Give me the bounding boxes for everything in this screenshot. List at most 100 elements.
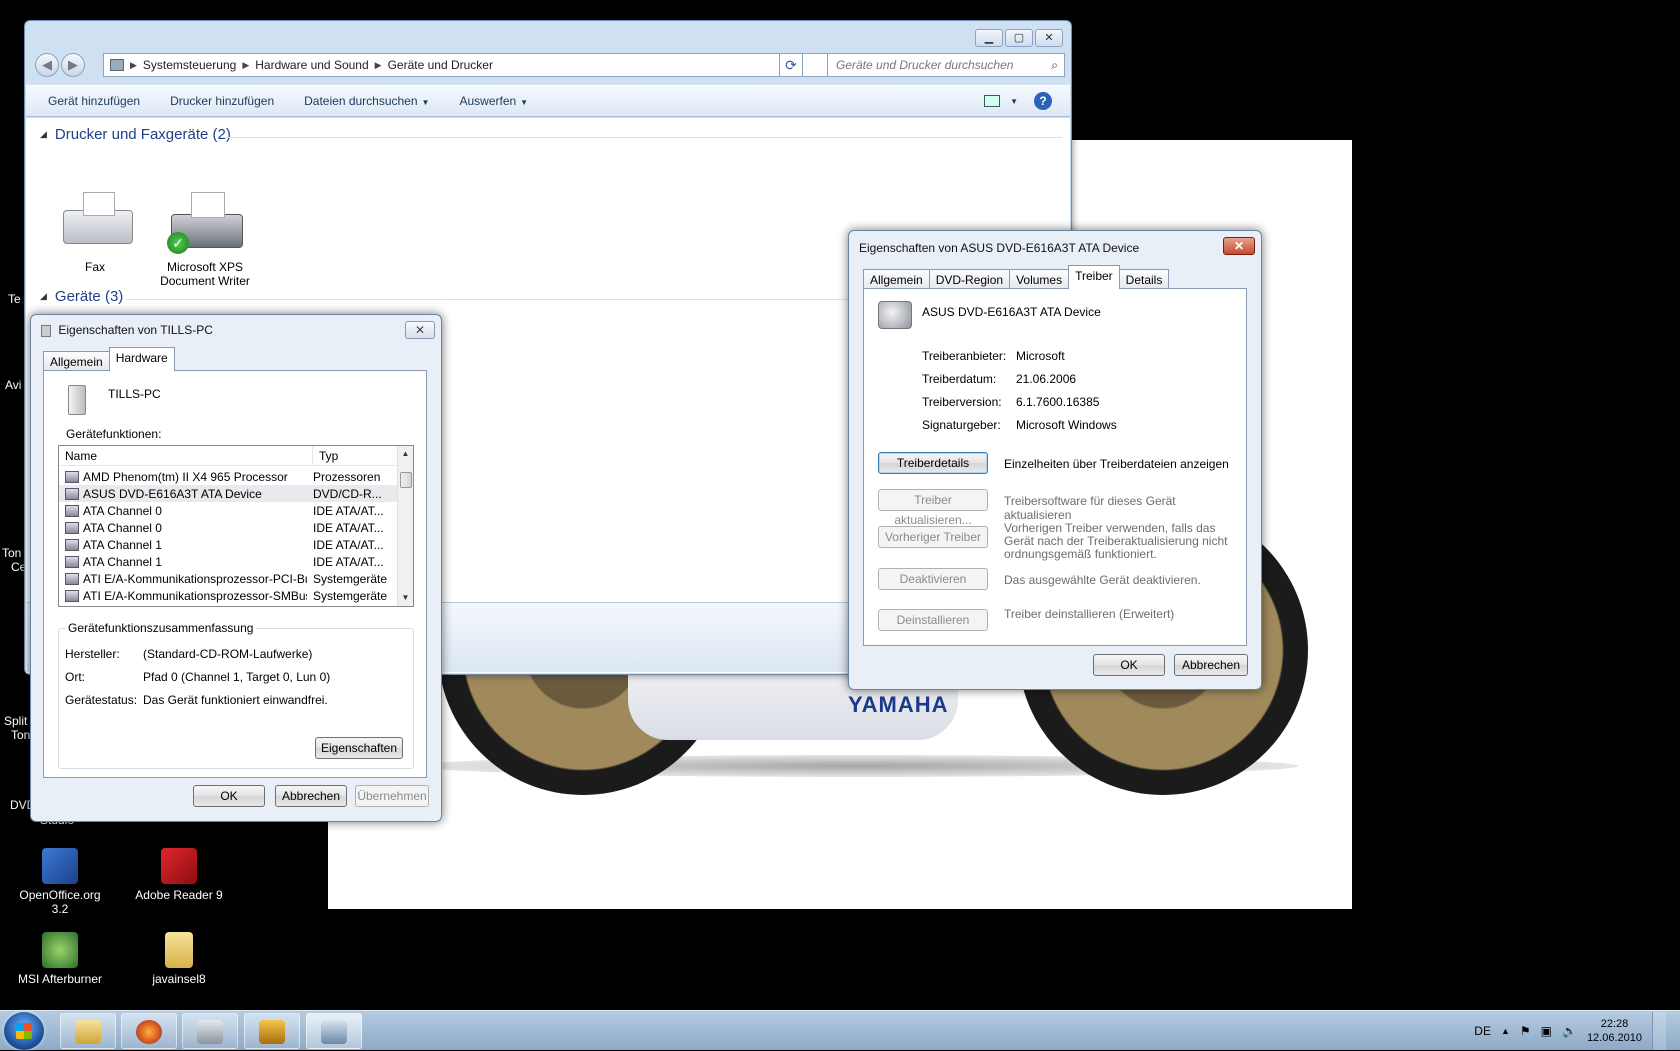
breadcrumb-separator: ▶	[130, 59, 137, 70]
tab-dvd-region[interactable]: DVD-Region	[928, 269, 1011, 289]
printer-label: Fax	[84, 260, 105, 274]
table-row[interactable]: AMD Phenom(tm) II X4 965 Processor Prozes…	[59, 468, 397, 485]
group-title: Drucker und Faxgeräte (2)	[54, 126, 231, 143]
row-name: ATA Channel 0	[83, 520, 162, 535]
ok-button[interactable]: OK	[193, 785, 265, 807]
update-driver-description: Treibersoftware für dieses Gerät aktuali…	[1004, 494, 1176, 522]
group-title: Geräte (3)	[54, 288, 124, 305]
row-name: ATA Channel 1	[83, 537, 162, 552]
list-scrollbar[interactable]: ▲ ▼	[397, 446, 413, 606]
change-view-button[interactable]: ▼	[984, 95, 1018, 107]
refresh-button[interactable]: ⟳	[779, 53, 803, 77]
desktop-icon-msi-afterburner[interactable]: MSI Afterburner	[10, 932, 110, 986]
scroll-down-icon[interactable]: ▼	[398, 590, 413, 606]
apply-button[interactable]: Übernehmen	[355, 785, 429, 807]
group-header-devices[interactable]: ◢ Geräte (3)	[40, 288, 123, 305]
minimize-button[interactable]: ▁	[975, 29, 1003, 47]
maximize-button[interactable]: ▢	[1005, 29, 1033, 47]
taskbar-explorer[interactable]	[60, 1013, 116, 1049]
scroll-thumb[interactable]	[400, 472, 412, 488]
tab-details[interactable]: Details	[1118, 269, 1170, 289]
properties-button[interactable]: Eigenschaften	[315, 737, 403, 759]
desktop-icon-label[interactable]: Te	[8, 292, 21, 306]
taskbar-assassins-creed[interactable]	[182, 1013, 238, 1049]
cancel-button[interactable]: Abbrechen	[275, 785, 347, 807]
status-label: Gerätestatus:	[65, 693, 138, 707]
cancel-button[interactable]: Abbrechen	[1174, 654, 1248, 676]
update-driver-button[interactable]: Treiber aktualisieren...	[878, 489, 988, 527]
network-icon[interactable]: ▣	[1541, 1024, 1552, 1038]
start-button[interactable]	[4, 1012, 44, 1050]
forward-button[interactable]: ▶	[61, 53, 85, 77]
printer-fax[interactable]: Fax	[40, 186, 150, 274]
openoffice-icon	[42, 848, 78, 884]
tab-volumes[interactable]: Volumes	[1009, 269, 1070, 289]
taskbar-devices-printers[interactable]	[306, 1013, 362, 1049]
tab-general[interactable]: Allgemein	[43, 351, 110, 371]
default-checkmark-icon: ✓	[167, 232, 189, 254]
desktop-icon-adobe-reader[interactable]: Adobe Reader 9	[129, 848, 229, 902]
driver-details-button[interactable]: Treiberdetails	[878, 452, 988, 474]
eject-button[interactable]: Auswerfen ▼	[459, 94, 528, 108]
address-bar[interactable]: ▶ Systemsteuerung ▶ Hardware und Sound ▶…	[103, 53, 847, 77]
folder-icon	[75, 1020, 101, 1044]
add-device-button[interactable]: Gerät hinzufügen	[48, 94, 140, 108]
close-button[interactable]: ✕	[405, 321, 435, 339]
breadcrumb-item[interactable]: Hardware und Sound	[255, 58, 368, 72]
clock[interactable]: 22:28 12.06.2010	[1587, 1017, 1642, 1045]
add-printer-button[interactable]: Drucker hinzufügen	[170, 94, 274, 108]
action-center-flag-icon[interactable]: ⚑	[1520, 1024, 1531, 1038]
show-desktop-button[interactable]	[1652, 1012, 1666, 1050]
taskbar-firefox[interactable]	[121, 1013, 177, 1049]
table-row[interactable]: ATA Channel 0 IDE ATA/AT...	[59, 519, 397, 536]
back-button[interactable]: ◀	[35, 53, 59, 77]
table-row[interactable]: ATI E/A-Kommunikationsprozessor-PCI-Busc…	[59, 570, 397, 587]
pc-properties-dialog: Eigenschaften von TILLS-PC ✕ Allgemein H…	[30, 314, 442, 822]
printer-xps[interactable]: ✓ Microsoft XPS Document Writer	[150, 186, 260, 288]
desktop-icon-label[interactable]: Ton	[11, 728, 30, 742]
driver-details-description: Einzelheiten über Treiberdateien anzeige…	[1004, 457, 1229, 471]
group-header-printers[interactable]: ◢ Drucker und Faxgeräte (2)	[40, 126, 231, 143]
column-header-name[interactable]: Name	[59, 446, 313, 465]
breadcrumb-item[interactable]: Systemsteuerung	[143, 58, 236, 72]
browse-files-button[interactable]: Dateien durchsuchen ▼	[304, 94, 429, 108]
group-divider	[222, 137, 1062, 138]
device-functions-list[interactable]: Name Typ AMD Phenom(tm) II X4 965 Proces…	[58, 445, 414, 607]
adobe-reader-icon	[161, 848, 197, 884]
table-row[interactable]: ASUS DVD-E616A3T ATA Device DVD/CD-R...	[59, 485, 397, 502]
rollback-driver-button[interactable]: Vorheriger Treiber	[878, 526, 988, 548]
close-button[interactable]: ✕	[1035, 29, 1063, 47]
desktop-icon-label[interactable]: Ton	[2, 546, 21, 560]
tab-general[interactable]: Allgemein	[863, 269, 930, 289]
tab-hardware[interactable]: Hardware	[108, 347, 175, 371]
desktop-icon-label[interactable]: Avi	[5, 378, 21, 392]
manufacturer-value: (Standard-CD-ROM-Laufwerke)	[143, 647, 313, 661]
taskbar-winamp[interactable]	[244, 1013, 300, 1049]
desktop-icon-label[interactable]: Split	[4, 714, 27, 728]
table-row[interactable]: ATA Channel 1 IDE ATA/AT...	[59, 536, 397, 553]
tab-driver[interactable]: Treiber	[1068, 265, 1120, 289]
column-header-type[interactable]: Typ	[313, 446, 397, 465]
desktop-icon-javainsel8[interactable]: javainsel8	[129, 932, 229, 986]
processor-icon	[65, 470, 79, 483]
disable-device-button[interactable]: Deaktivieren	[878, 568, 988, 590]
help-icon[interactable]: ?	[1034, 92, 1052, 110]
language-indicator[interactable]: DE	[1474, 1024, 1491, 1038]
scroll-up-icon[interactable]: ▲	[398, 446, 413, 462]
row-name: ATI E/A-Kommunikationsprozessor-PCI-Busc…	[83, 571, 307, 586]
table-row[interactable]: ATI E/A-Kommunikationsprozessor-SMBus-Co…	[59, 587, 397, 604]
breadcrumb-item[interactable]: Geräte und Drucker	[388, 58, 493, 72]
table-row[interactable]: ATA Channel 0 IDE ATA/AT...	[59, 502, 397, 519]
folder-icon	[165, 932, 193, 968]
table-row[interactable]: ATA Channel 1 IDE ATA/AT...	[59, 553, 397, 570]
uninstall-driver-button[interactable]: Deinstallieren	[878, 609, 988, 631]
close-button[interactable]: ✕	[1223, 237, 1255, 255]
show-hidden-icons[interactable]: ▲	[1501, 1026, 1510, 1036]
fax-icon	[55, 186, 135, 256]
desktop-icon-openoffice[interactable]: OpenOffice.org 3.2	[10, 848, 110, 916]
clock-time: 22:28	[1600, 1018, 1629, 1030]
search-input[interactable]: Geräte und Drucker durchsuchen ⌕	[827, 53, 1065, 77]
volume-icon[interactable]: 🔈	[1562, 1024, 1577, 1038]
ok-button[interactable]: OK	[1093, 654, 1165, 676]
row-name: AMD Phenom(tm) II X4 965 Processor	[83, 469, 288, 484]
